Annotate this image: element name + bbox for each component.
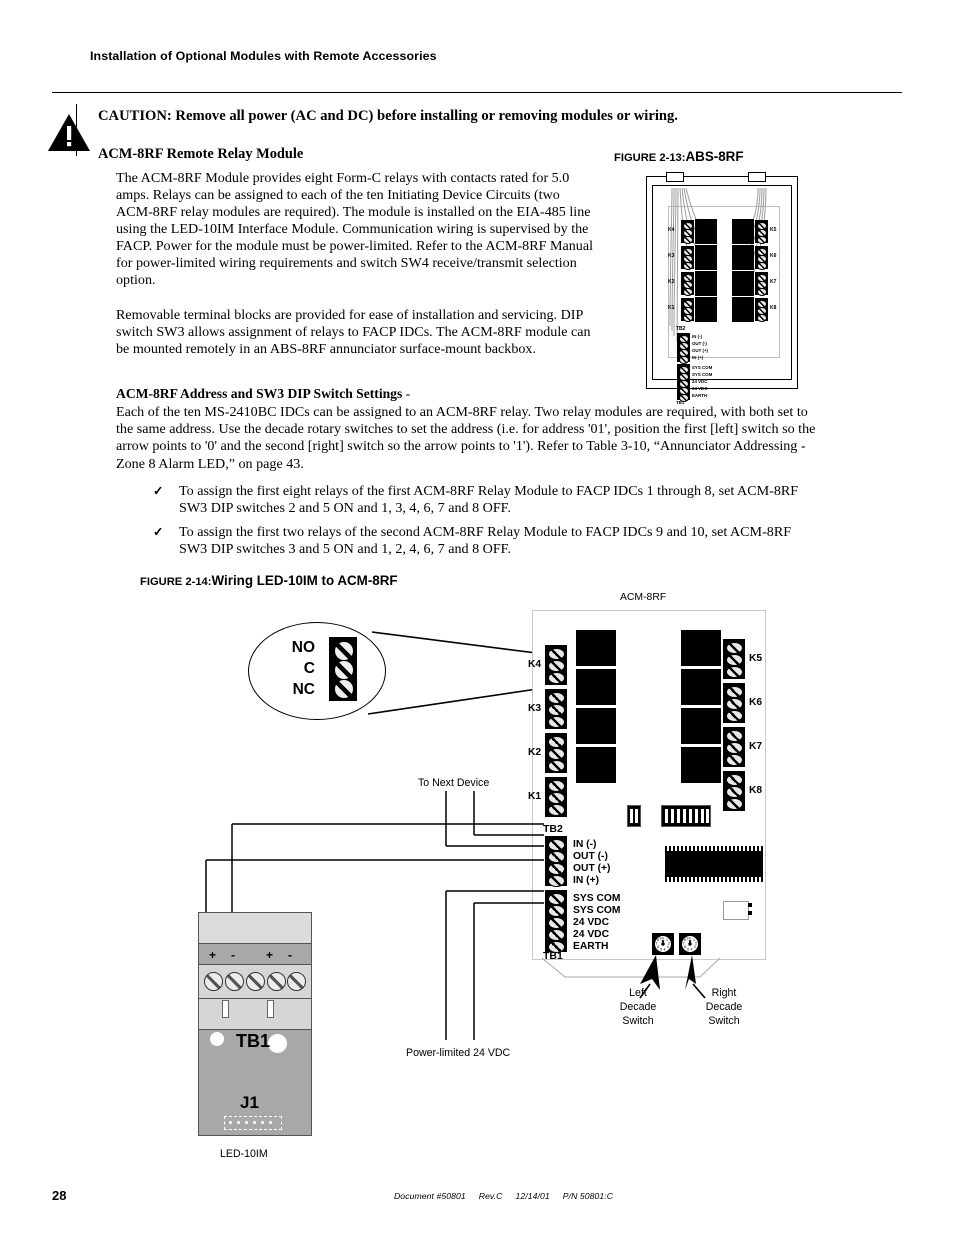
caution-text: CAUTION: Remove all power (AC and DC) be… xyxy=(98,108,678,124)
document-footer: Document #50801 Rev.C 12/14/01 P/N 50801:C xyxy=(394,1191,626,1201)
checkmark-icon: ✓ xyxy=(153,484,164,498)
abs-relay-body-k8 xyxy=(732,297,754,322)
figure-2-14-name: Wiring LED-10IM to ACM-8RF xyxy=(211,573,398,588)
address-heading-text: ACM-8RF Address and SW3 DIP Switch Setti… xyxy=(116,386,403,401)
polarity-plus-1: + xyxy=(209,948,217,962)
abs-relay-tag-k6: K6 xyxy=(770,253,777,259)
figure-2-14-label: FIGURE 2-14: xyxy=(140,576,212,588)
bullet-text-2: To assign the first two relays of the se… xyxy=(179,524,792,558)
figure-2-14-title: FIGURE 2-14:Wiring LED-10IM to ACM-8RF xyxy=(140,573,398,588)
screw xyxy=(679,356,689,364)
screw xyxy=(225,972,244,991)
figure-2-13-abs-8rf-enclosure: K4 K3 K2 K1 K5 K6 K7 K8 TB2 IN (-) OUT (… xyxy=(646,172,798,405)
bullet-item-1: ✓ To assign the first eight relays of th… xyxy=(153,483,815,517)
figure-2-13-name: ABS-8RF xyxy=(685,149,744,164)
abs-relay-tag-k2: K2 xyxy=(668,279,675,285)
figure-2-13-label: FIGURE 2-13: xyxy=(614,152,686,164)
abs-relay-tag-k4: K4 xyxy=(668,227,675,233)
screw xyxy=(287,972,306,991)
screw xyxy=(204,972,223,991)
abs-relay-body-k7 xyxy=(732,271,754,296)
abs-tb2-terminal-1: OUT (-) xyxy=(692,341,707,346)
mounting-hole-right xyxy=(268,1034,287,1053)
abs-tb2-terminal-0: IN (-) xyxy=(692,334,702,339)
screw xyxy=(683,314,693,322)
screw xyxy=(683,262,693,270)
screw xyxy=(757,262,767,270)
abs-tb1-terminal-3: 24 VDC xyxy=(692,386,708,391)
running-header: Installation of Optional Modules with Re… xyxy=(90,49,437,63)
screw xyxy=(683,288,693,296)
address-section-heading: ACM-8RF Address and SW3 DIP Switch Setti… xyxy=(116,386,410,402)
checkmark-icon: ✓ xyxy=(153,525,164,539)
polarity-minus-2: - xyxy=(288,948,292,962)
led-10im-module: + - + - TB1 J1 xyxy=(198,912,312,1136)
caution-divider xyxy=(76,104,77,156)
abs-tb2-name: TB2 xyxy=(676,326,686,332)
abs-tb2-terminal-2: OUT (+) xyxy=(692,348,708,353)
abs-tb1-terminal-2: 24 VDC xyxy=(692,379,708,384)
led-10im-j1-label: J1 xyxy=(240,1093,259,1112)
abs-tb1-terminal-4: EARTH xyxy=(692,393,708,398)
abs-relay-body-k5 xyxy=(732,219,754,244)
bullet-text-1: To assign the first eight relays of the … xyxy=(179,483,799,517)
section-paragraph-1: The ACM-8RF Module provides eight Form-C… xyxy=(116,170,594,289)
footer-revision: Rev.C xyxy=(478,1191,503,1201)
section-heading: ACM-8RF Remote Relay Module xyxy=(98,146,304,162)
abs-relay-body-k4 xyxy=(695,219,717,244)
polarity-minus-1: - xyxy=(231,948,235,962)
abs-relay-tag-k8: K8 xyxy=(770,305,777,311)
screw xyxy=(757,288,767,296)
abs-relay-body-k6 xyxy=(732,245,754,270)
abs-tb1-terminal-1: SYS COM xyxy=(692,372,713,377)
abs-tb2-terminal-3: IN (+) xyxy=(692,355,704,360)
polarity-plus-2: + xyxy=(266,948,274,962)
warning-triangle-icon xyxy=(48,114,90,151)
section-paragraph-2: Removable terminal blocks are provided f… xyxy=(116,307,591,358)
led-10im-polarity-strip xyxy=(198,912,312,944)
address-heading-suffix: - xyxy=(402,386,411,401)
abs-relay-tag-k1: K1 xyxy=(668,305,675,311)
page-number: 28 xyxy=(52,1188,67,1203)
abs-tb1-terminal-0: SYS COM xyxy=(692,365,713,370)
led-10im-tb1-label: TB1 xyxy=(236,1031,271,1051)
abs-relay-tag-k5: K5 xyxy=(770,227,777,233)
header-rule xyxy=(52,92,902,93)
mounting-hole-left xyxy=(210,1032,224,1046)
footer-document: Document #50801 xyxy=(394,1191,466,1201)
led-10im-caption: LED-10IM xyxy=(220,1148,268,1160)
address-section-paragraph: Each of the ten MS-2410BC IDCs can be as… xyxy=(116,404,816,472)
led-10im-tab-2 xyxy=(267,1000,274,1018)
screw xyxy=(267,972,286,991)
screw xyxy=(246,972,265,991)
figure-2-14-drawing: NO C NC ACM-8RF K4 K3 K2 K1 K5 K6 K7 K8 … xyxy=(140,592,820,1172)
screw xyxy=(683,236,693,244)
screw xyxy=(757,236,767,244)
document-page: Installation of Optional Modules with Re… xyxy=(0,0,954,1235)
abs-relay-body-k3 xyxy=(695,245,717,270)
led-10im-j1-connector xyxy=(224,1116,282,1130)
abs-relay-body-k2 xyxy=(695,271,717,296)
led-10im-tab-1 xyxy=(222,1000,229,1018)
footer-date: 12/14/01 xyxy=(515,1191,550,1201)
footer-part-number: P/N 50801:C xyxy=(562,1191,614,1201)
abs-relay-tag-k7: K7 xyxy=(770,279,777,285)
abs-relay-tag-k3: K3 xyxy=(668,253,675,259)
abs-relay-body-k1 xyxy=(695,297,717,322)
bullet-item-2: ✓ To assign the first two relays of the … xyxy=(153,524,815,558)
screw xyxy=(757,314,767,322)
led-10im-connector-row xyxy=(198,998,312,1030)
figure-2-13-title: FIGURE 2-13:ABS-8RF xyxy=(614,149,744,164)
